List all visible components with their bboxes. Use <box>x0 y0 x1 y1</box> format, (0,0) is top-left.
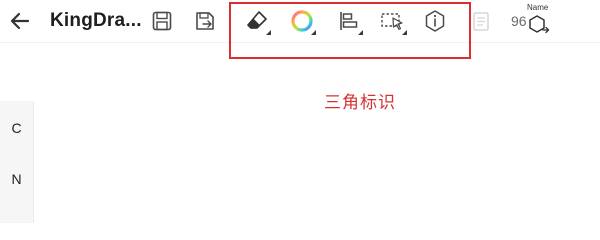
element-nitrogen-button[interactable]: N <box>0 171 33 187</box>
dropdown-triangle-indicator <box>311 30 316 35</box>
info-button[interactable] <box>419 5 451 37</box>
name-structure-icon <box>529 15 550 34</box>
document-icon <box>473 12 489 31</box>
dropdown-triangle-indicator <box>402 30 407 35</box>
back-button[interactable] <box>4 5 36 37</box>
back-arrow-icon <box>10 12 30 30</box>
app-title: KingDra... <box>50 10 142 31</box>
element-carbon-button[interactable]: C <box>0 120 33 136</box>
lasso-select-button[interactable] <box>377 5 409 37</box>
element-side-panel: C N <box>0 101 34 223</box>
save-icon <box>152 11 172 31</box>
document-button[interactable] <box>465 5 497 37</box>
save-as-button[interactable] <box>189 5 221 37</box>
top-toolbar: KingDra... 96 Name <box>0 0 600 43</box>
save-as-icon <box>196 12 214 30</box>
save-button[interactable] <box>146 5 178 37</box>
info-hexagon-icon <box>425 10 445 32</box>
eraser-tool-button[interactable] <box>241 5 273 37</box>
dropdown-triangle-indicator <box>358 30 363 35</box>
align-tool-button[interactable] <box>333 5 365 37</box>
color-picker-button[interactable] <box>286 5 318 37</box>
name-structure-button[interactable] <box>524 11 554 39</box>
dropdown-triangle-indicator <box>266 30 271 35</box>
app-screen: KingDra... 96 Name 三角标识 C N <box>0 0 600 223</box>
annotation-label: 三角标识 <box>324 93 396 112</box>
